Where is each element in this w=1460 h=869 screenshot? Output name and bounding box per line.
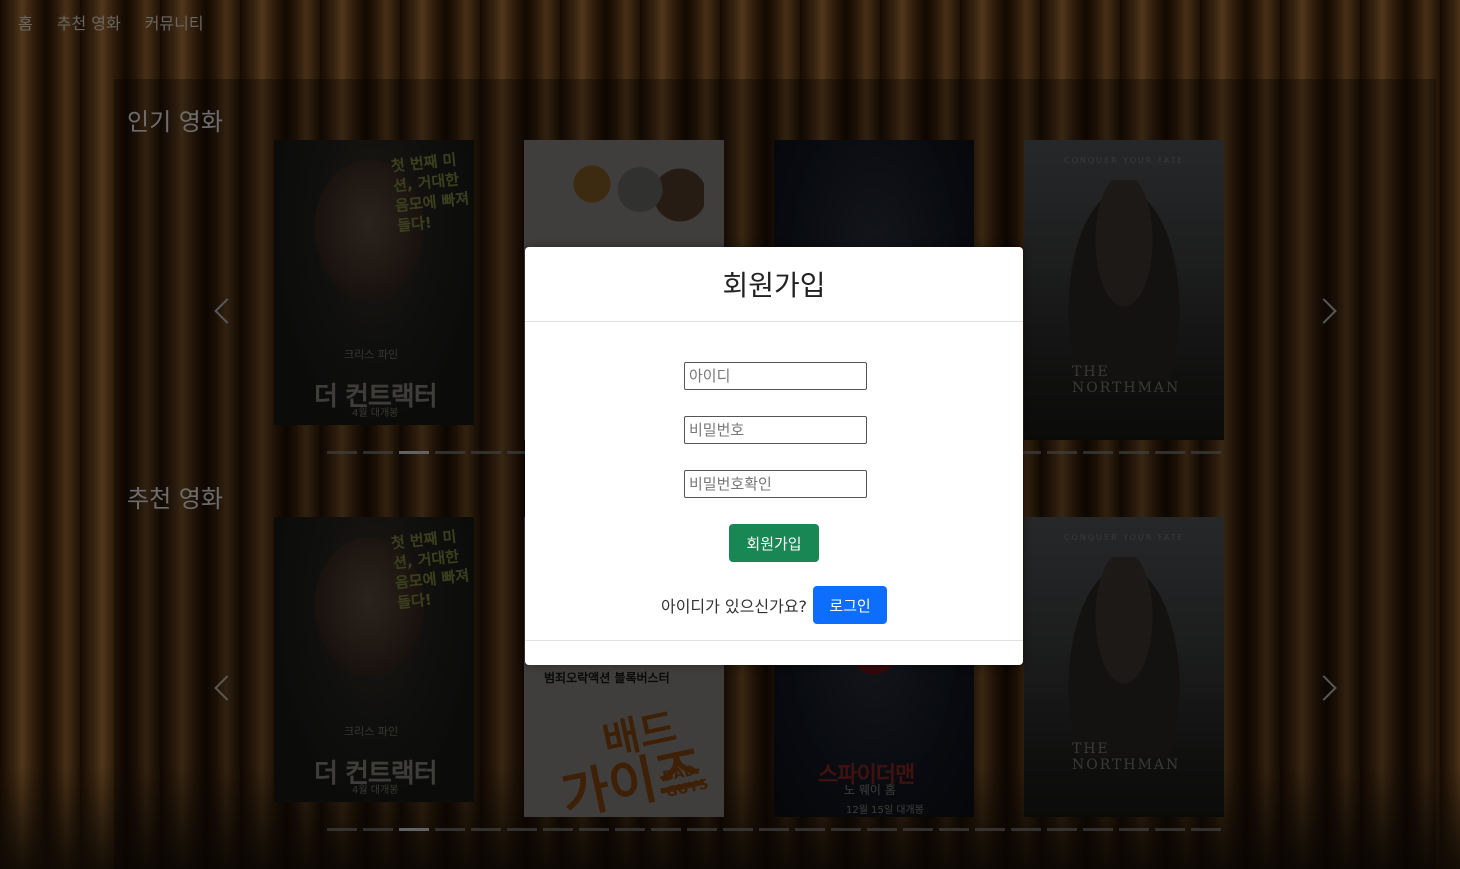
signup-modal: 회원가입 회원가입 아이디가 있으신가요? 로그인: [525, 247, 1023, 665]
signup-button[interactable]: 회원가입: [729, 524, 819, 562]
has-account-text: 아이디가 있으신가요?: [660, 597, 808, 616]
id-input[interactable]: [684, 362, 867, 390]
modal-title: 회원가입: [722, 269, 826, 302]
password-confirm-input[interactable]: [684, 470, 867, 498]
login-button[interactable]: 로그인: [813, 586, 888, 624]
modal-header: 회원가입: [525, 247, 1023, 322]
password-input[interactable]: [684, 416, 867, 444]
login-row: 아이디가 있으신가요? 로그인: [525, 586, 1023, 624]
modal-footer: [525, 640, 1023, 641]
